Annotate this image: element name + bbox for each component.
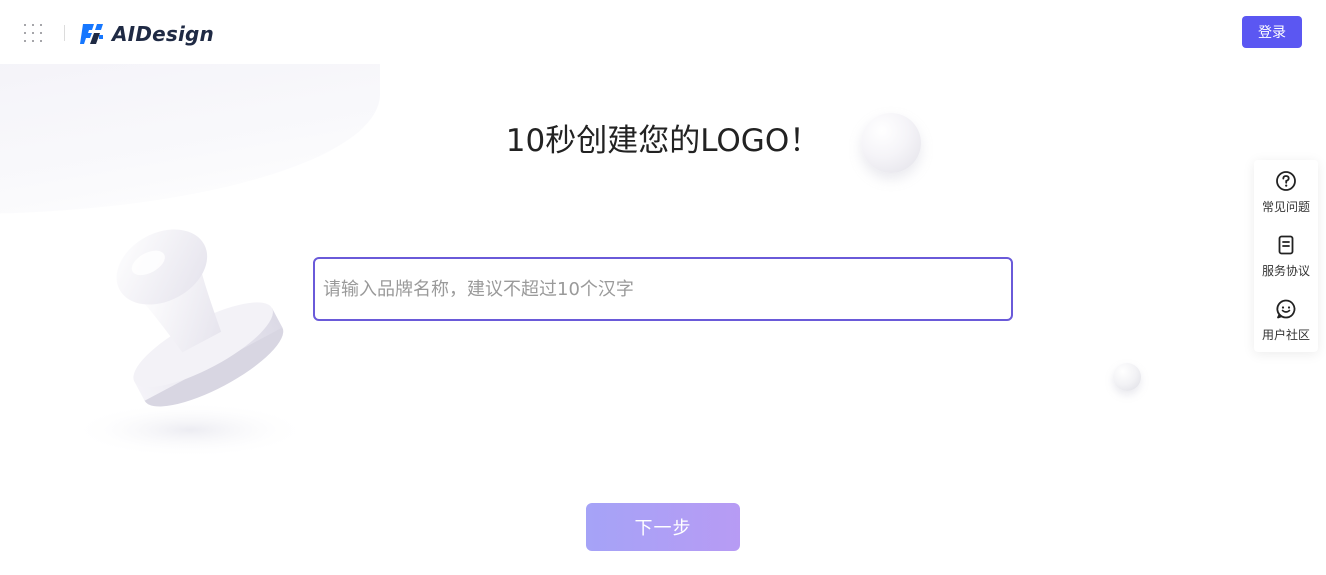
stamp-illustration	[70, 229, 310, 458]
document-icon	[1278, 235, 1294, 255]
decorative-sphere-small	[1113, 363, 1141, 391]
side-item-label: 用户社区	[1261, 328, 1310, 342]
question-circle-icon	[1276, 171, 1296, 191]
decorative-sphere-large	[861, 113, 921, 173]
side-item-community[interactable]: 用户社区	[1254, 288, 1318, 348]
page-title: 10秒创建您的LOGO！	[505, 123, 821, 159]
aidesign-logo-icon	[80, 24, 103, 44]
side-help-panel: 常见问题 服务协议 用户社区	[1254, 160, 1318, 352]
page: AIDesign 登录 10秒创建您的LOGO！ 请输入品牌名称，建议不超过10…	[0, 0, 1326, 575]
brand-logo[interactable]: AIDesign	[80, 20, 214, 48]
next-step-button[interactable]: 下一步	[586, 503, 740, 551]
app-name: AIDesign	[112, 22, 215, 46]
login-button[interactable]: 登录	[1242, 16, 1302, 48]
side-item-terms[interactable]: 服务协议	[1254, 224, 1318, 284]
grid-menu-icon[interactable]	[24, 24, 42, 42]
smiley-chat-icon	[1276, 299, 1296, 319]
brand-name-input[interactable]	[313, 257, 1013, 321]
top-header: AIDesign 登录	[0, 0, 1326, 64]
side-item-label: 常见问题	[1261, 200, 1310, 214]
side-item-faq[interactable]: 常见问题	[1254, 160, 1318, 220]
header-divider	[64, 25, 65, 41]
side-item-label: 服务协议	[1261, 264, 1310, 278]
